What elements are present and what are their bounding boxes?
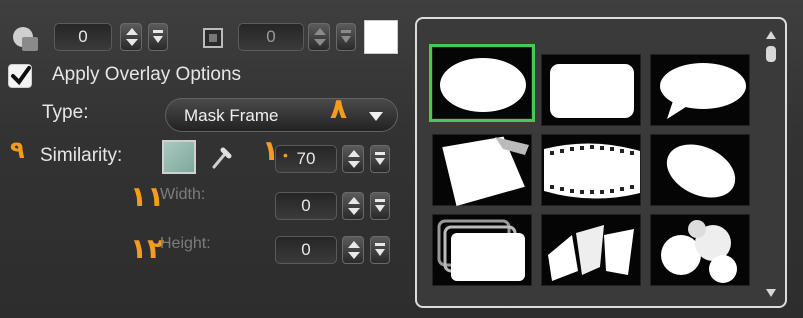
- speech-bubble-mask-icon: [660, 63, 746, 119]
- mask-thumb-soft-ellipse[interactable]: [650, 134, 750, 206]
- mask-frame-gallery: [415, 17, 787, 308]
- chevron-down-icon: [369, 112, 383, 121]
- gallery-scrollbar[interactable]: [765, 31, 777, 297]
- similarity-marker-icon: •: [283, 147, 288, 163]
- checkmark-icon: [11, 66, 31, 86]
- width-spinner[interactable]: [342, 192, 364, 220]
- mask-thumb-ellipse[interactable]: [429, 44, 535, 122]
- type-label: Type:: [42, 102, 89, 123]
- overlay-left-spinner[interactable]: [120, 23, 142, 51]
- apply-overlay-label: Apply Overlay Options: [52, 64, 242, 85]
- mask-thumb-speech-bubble[interactable]: [650, 54, 750, 126]
- torn-paper-mask-icon: [442, 136, 529, 206]
- height-dropdown[interactable]: [370, 236, 390, 264]
- scroll-thumb[interactable]: [766, 46, 776, 62]
- film-strip-mask-icon: [544, 143, 640, 199]
- overlay-shape-icon: [13, 27, 38, 51]
- height-input[interactable]: 0: [275, 236, 337, 264]
- similarity-label: Similarity:: [40, 145, 123, 166]
- width-dropdown[interactable]: [370, 192, 390, 220]
- bubbles-mask-icon: [661, 220, 737, 283]
- overlay-right-dropdown[interactable]: [336, 23, 356, 51]
- mask-thumb-stacked-frames[interactable]: [432, 214, 532, 286]
- overlay-right-spinner[interactable]: [308, 23, 330, 51]
- mask-thumb-film-strip[interactable]: [541, 134, 641, 206]
- height-label: Height:: [160, 235, 211, 252]
- stacked-frames-mask-icon: [437, 219, 525, 281]
- similarity-dropdown[interactable]: [370, 145, 390, 173]
- overlay-right-input[interactable]: 0: [238, 23, 304, 51]
- similarity-spinner[interactable]: [342, 145, 364, 173]
- width-input[interactable]: 0: [275, 192, 337, 220]
- overlay-left-dropdown[interactable]: [148, 23, 168, 51]
- annotation-9: ۹: [10, 136, 25, 164]
- annotation-8: ۸: [330, 92, 348, 125]
- scroll-up-icon[interactable]: [766, 31, 776, 39]
- mask-thumb-bubbles[interactable]: [650, 214, 750, 286]
- height-spinner[interactable]: [342, 236, 364, 264]
- mask-thumb-rounded-rectangle[interactable]: [541, 54, 641, 126]
- rounded-rectangle-mask-icon: [550, 64, 634, 118]
- similarity-value: 70: [296, 149, 316, 168]
- shards-mask-icon: [548, 225, 634, 281]
- eyedropper-icon[interactable]: [209, 144, 235, 172]
- mask-thumb-torn-paper[interactable]: [432, 134, 532, 206]
- overlay-options-panel: 0 0 Apply Overlay Options Type: Mask Fra…: [0, 0, 803, 318]
- width-label: Width:: [160, 186, 206, 203]
- mask-thumb-shards[interactable]: [541, 214, 641, 286]
- type-select[interactable]: Mask Frame: [165, 98, 398, 132]
- apply-overlay-checkbox[interactable]: [8, 64, 32, 88]
- similarity-input[interactable]: • 70: [275, 145, 337, 173]
- overlay-left-input[interactable]: 0: [54, 23, 112, 51]
- similarity-color-swatch[interactable]: [162, 140, 196, 174]
- frame-square-icon: [203, 28, 223, 48]
- scroll-down-icon[interactable]: [766, 289, 776, 297]
- ellipse-mask-icon: [440, 58, 526, 112]
- soft-ellipse-mask-icon: [666, 144, 736, 198]
- type-select-value: Mask Frame: [184, 106, 279, 125]
- color-swatch[interactable]: [364, 20, 398, 54]
